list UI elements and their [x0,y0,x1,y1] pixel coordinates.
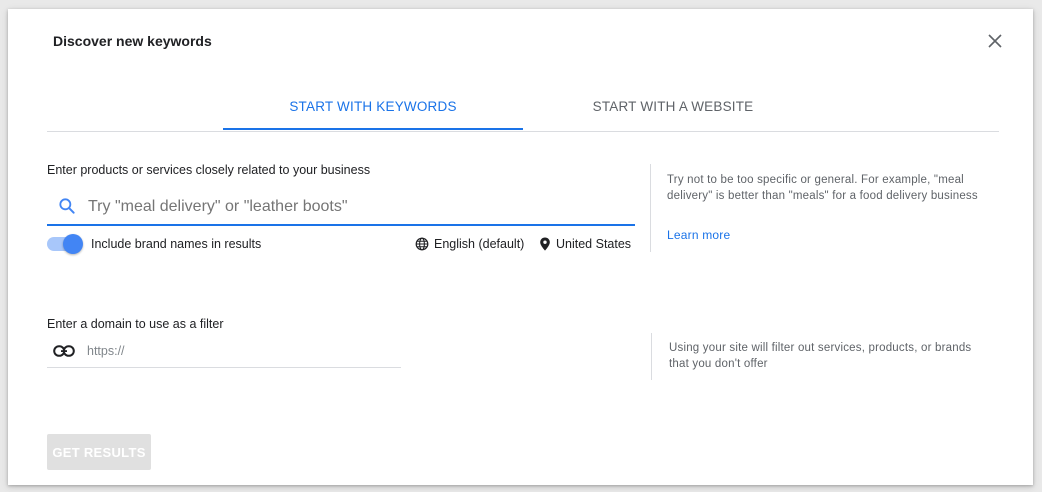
keyword-search-input[interactable] [88,194,618,220]
learn-more-link[interactable]: Learn more [667,228,730,242]
toggle-thumb [63,234,83,254]
close-button[interactable] [985,31,1005,51]
language-label: English (default) [434,237,525,251]
search-icon [59,198,75,214]
location-pin-icon [540,237,550,251]
domain-url-input[interactable] [87,341,387,361]
keyword-search-box [47,190,635,226]
domain-help-text: Using your site will filter out services… [669,342,972,370]
location-selector[interactable]: United States [539,235,631,253]
link-icon [53,345,75,357]
language-selector[interactable]: English (default) [415,235,524,253]
domain-help-divider [651,333,652,380]
brand-names-toggle[interactable] [47,234,83,254]
brand-names-toggle-label: Include brand names in results [91,237,262,251]
keywords-help-divider [650,164,651,252]
domain-filter-label: Enter a domain to use as a filter [47,317,224,331]
globe-icon [415,237,429,251]
tab-start-with-keywords[interactable]: START WITH KEYWORDS [223,84,523,129]
get-results-button[interactable]: GET RESULTS [47,434,151,470]
discover-keywords-dialog: Discover new keywords START WITH KEYWORD… [8,9,1033,485]
keywords-label: Enter products or services closely relat… [47,163,371,177]
tab-start-with-website[interactable]: START WITH A WEBSITE [523,84,823,129]
domain-filter-box [47,338,401,368]
keywords-help-text: Try not to be too specific or general. F… [667,174,978,202]
close-icon [988,34,1002,48]
active-tab-indicator [223,128,523,130]
location-label: United States [556,237,632,251]
tab-bar: START WITH KEYWORDS START WITH A WEBSITE [47,84,999,132]
dialog-title: Discover new keywords [53,33,212,49]
